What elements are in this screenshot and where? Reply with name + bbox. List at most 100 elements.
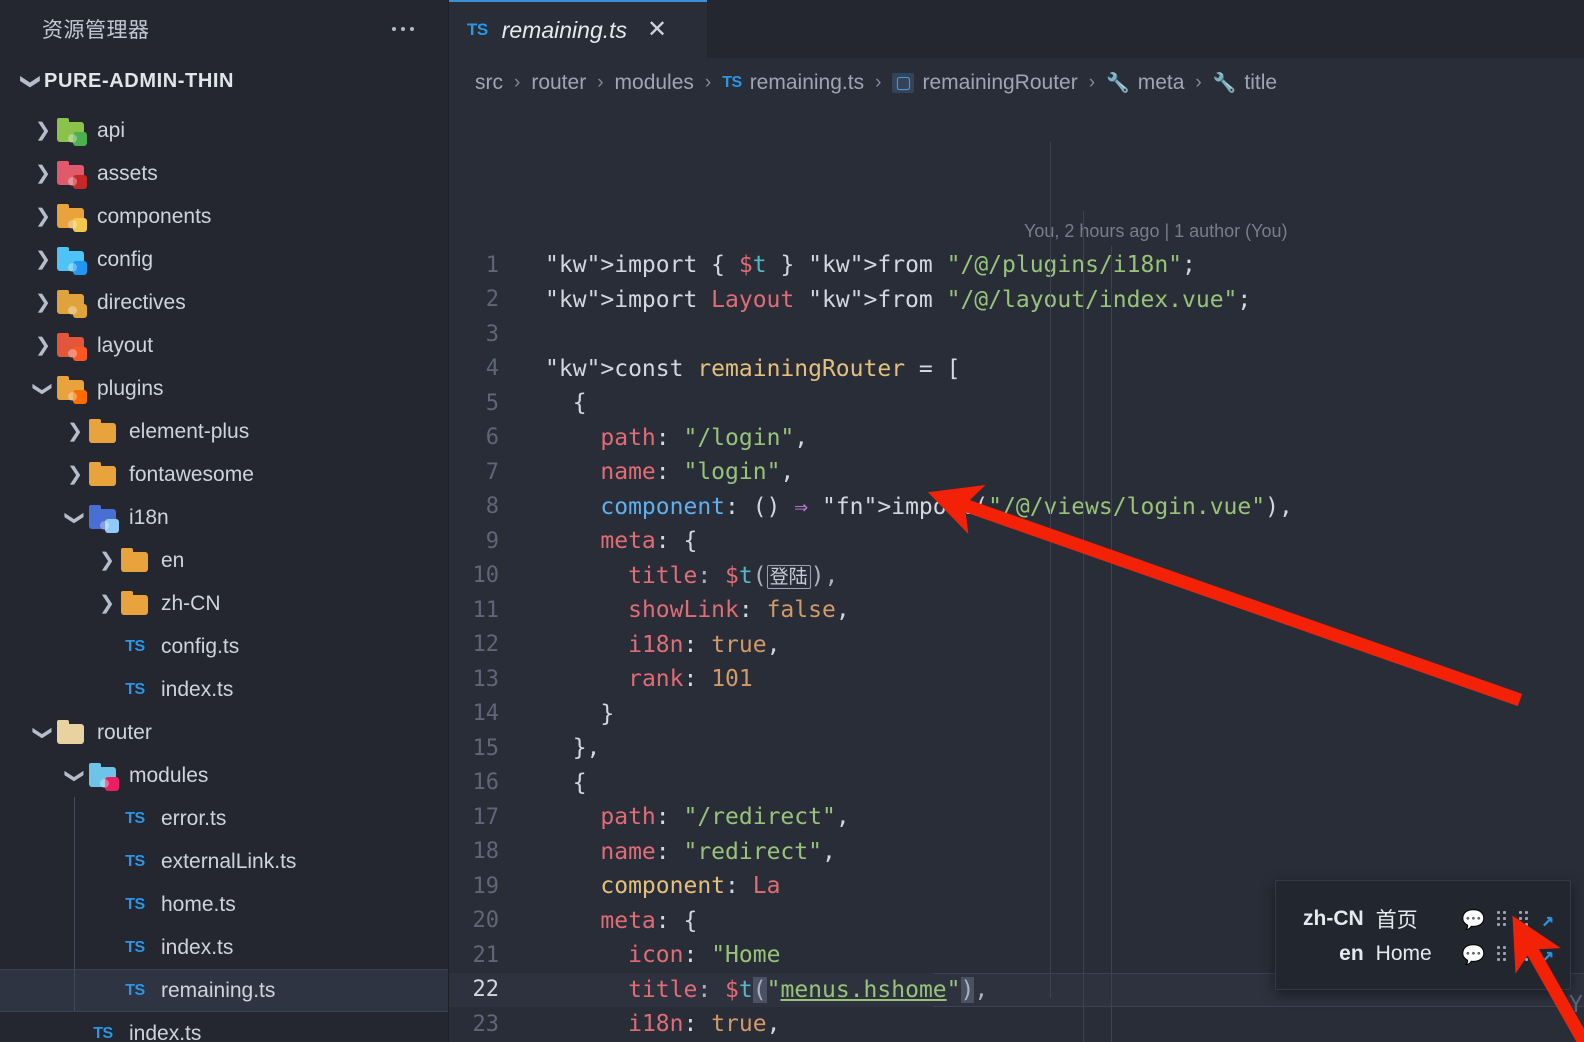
i18n-locale-row[interactable]: zh-CN首页💬↗ (1276, 904, 1554, 934)
inlay-hint: 登陆 (767, 565, 811, 589)
git-blame-inline: You, 2 hours ago • release: upd (1569, 992, 1584, 1018)
code-editor[interactable]: You, 2 hours ago | 1 author (You) 1"kw">… (449, 108, 1584, 1042)
tree-item-config-ts[interactable]: TSconfig.ts (0, 625, 448, 668)
code-line-17[interactable]: 17 path: "/redirect", (449, 800, 1584, 835)
breadcrumb-item-meta[interactable]: 🔧meta (1106, 71, 1184, 95)
code-text: component: La (513, 873, 780, 899)
breadcrumb-item-label: remaining.ts (750, 71, 864, 95)
code-line-7[interactable]: 7 name: "login", (449, 455, 1584, 490)
speech-bubble-icon[interactable]: 💬 (1462, 908, 1486, 931)
ts-file-icon: TS (120, 939, 150, 957)
tree-item-assets[interactable]: ❯assets (0, 152, 448, 195)
indent-guide (74, 883, 75, 926)
tree-item-plugins[interactable]: ❯plugins (0, 367, 448, 410)
i18n-locale-label: en (1339, 942, 1364, 966)
breadcrumb-separator-icon: › (596, 72, 604, 94)
code-line-2[interactable]: 2"kw">import Layout "kw">from "/@/layout… (449, 283, 1584, 318)
i18n-hover-popup[interactable]: zh-CN首页💬↗enHome💬↗ (1275, 880, 1571, 990)
tree-item-label: index.ts (161, 678, 233, 702)
tree-item-config[interactable]: ❯config (0, 238, 448, 281)
breadcrumb-item-src[interactable]: src (475, 71, 503, 95)
code-line-1[interactable]: 1"kw">import { $t } "kw">from "/@/plugin… (449, 248, 1584, 283)
code-line-23[interactable]: 23 i18n: true, (449, 1007, 1584, 1042)
folder-icon (88, 419, 118, 445)
editor-group: TS remaining.ts ✕ src›router›modules›TSr… (449, 0, 1584, 1042)
tab-remaining-ts[interactable]: TS remaining.ts ✕ (449, 0, 707, 58)
line-number: 9 (449, 529, 513, 554)
tree-item-index-ts[interactable]: TSindex.ts (0, 668, 448, 711)
tab-label: remaining.ts (502, 17, 627, 44)
chevron-right-icon: ❯ (94, 591, 120, 617)
tree-item-modules[interactable]: ❯modules (0, 754, 448, 797)
explorer-more-actions-icon[interactable] (392, 27, 424, 31)
breadcrumb-item-remainingrouter[interactable]: ▢remainingRouter (892, 71, 1077, 95)
tree-item-home-ts[interactable]: TShome.ts (0, 883, 448, 926)
code-line-8[interactable]: 8 component: () ⇒ "fn">import("/@/views/… (449, 490, 1584, 525)
code-text: showLink: false, (513, 597, 850, 623)
code-line-16[interactable]: 16 { (449, 766, 1584, 801)
line-number: 19 (449, 874, 513, 899)
code-text: }, (513, 735, 600, 761)
tree-item-index-ts[interactable]: TSindex.ts (0, 1012, 448, 1042)
breadcrumb-item-remaining-ts[interactable]: TSremaining.ts (722, 71, 864, 95)
code-line-6[interactable]: 6 path: "/login", (449, 421, 1584, 456)
braille-grid-icon[interactable] (1497, 911, 1507, 927)
breadcrumb[interactable]: src›router›modules›TSremaining.ts›▢remai… (449, 58, 1584, 108)
code-line-9[interactable]: 9 meta: { (449, 524, 1584, 559)
code-line-18[interactable]: 18 name: "redirect", (449, 835, 1584, 870)
code-line-13[interactable]: 13 rank: 101 (449, 662, 1584, 697)
tree-item-element-plus[interactable]: ❯element-plus (0, 410, 448, 453)
code-line-11[interactable]: 11 showLink: false, (449, 593, 1584, 628)
tree-item-label: modules (129, 764, 208, 788)
code-line-10[interactable]: 10 title: $t(登陆), (449, 559, 1584, 594)
explorer-title: 资源管理器 (42, 14, 392, 44)
chevron-down-icon: ❯ (62, 505, 88, 531)
tree-item-zh-cn[interactable]: ❯zh-CN (0, 582, 448, 625)
external-link-icon[interactable]: ↗ (1541, 907, 1554, 931)
line-number: 11 (449, 598, 513, 623)
breadcrumb-item-modules[interactable]: modules (615, 71, 694, 95)
line-number: 23 (449, 1012, 513, 1037)
tree-item-en[interactable]: ❯en (0, 539, 448, 582)
tree-item-externallink-ts[interactable]: TSexternalLink.ts (0, 840, 448, 883)
i18n-locale-row[interactable]: enHome💬↗ (1276, 942, 1554, 966)
speech-bubble-icon[interactable]: 💬 (1462, 943, 1486, 966)
braille-grid-icon[interactable] (1519, 946, 1529, 962)
code-line-3[interactable]: 3 (449, 317, 1584, 352)
file-tree[interactable]: ❯api❯assets❯components❯config❯directives… (0, 105, 448, 1042)
braille-grid-icon[interactable] (1497, 946, 1507, 962)
tree-item-fontawesome[interactable]: ❯fontawesome (0, 453, 448, 496)
workspace-root-row[interactable]: ❯ PURE-ADMIN-THIN (0, 58, 448, 105)
indent-guide (1083, 211, 1084, 1042)
tree-item-layout[interactable]: ❯layout (0, 324, 448, 367)
code-line-5[interactable]: 5 { (449, 386, 1584, 421)
indent-guide (1111, 246, 1112, 1042)
code-text: path: "/login", (513, 425, 808, 451)
tree-item-api[interactable]: ❯api (0, 109, 448, 152)
i18n-key-link[interactable]: menus.hshome (780, 977, 946, 1003)
close-icon[interactable]: ✕ (647, 18, 667, 42)
breadcrumb-item-router[interactable]: router (531, 71, 586, 95)
tree-item-label: router (97, 721, 152, 745)
breadcrumb-separator-icon: › (874, 72, 882, 94)
ts-file-icon: TS (120, 982, 150, 1000)
tree-item-index-ts[interactable]: TS index.ts (0, 926, 448, 969)
tree-item-label: index.ts (161, 936, 233, 960)
line-number: 3 (449, 322, 513, 347)
breadcrumb-item-title[interactable]: 🔧title (1213, 71, 1277, 95)
braille-grid-icon[interactable] (1519, 911, 1529, 927)
code-line-12[interactable]: 12 i18n: true, (449, 628, 1584, 663)
code-line-4[interactable]: 4"kw">const remainingRouter = [ (449, 352, 1584, 387)
tree-item-components[interactable]: ❯components (0, 195, 448, 238)
code-text: meta: { (513, 528, 697, 554)
external-link-icon[interactable]: ↗ (1541, 942, 1554, 966)
code-line-14[interactable]: 14 } (449, 697, 1584, 732)
tree-item-directives[interactable]: ❯directives (0, 281, 448, 324)
code-line-15[interactable]: 15 }, (449, 731, 1584, 766)
tree-item-i18n[interactable]: ❯i18n (0, 496, 448, 539)
tree-item-label: assets (97, 162, 158, 186)
chevron-down-icon: ❯ (18, 69, 44, 95)
tree-item-remaining-ts[interactable]: TSremaining.ts (0, 969, 448, 1012)
tree-item-error-ts[interactable]: TSerror.ts (0, 797, 448, 840)
tree-item-router[interactable]: ❯router (0, 711, 448, 754)
